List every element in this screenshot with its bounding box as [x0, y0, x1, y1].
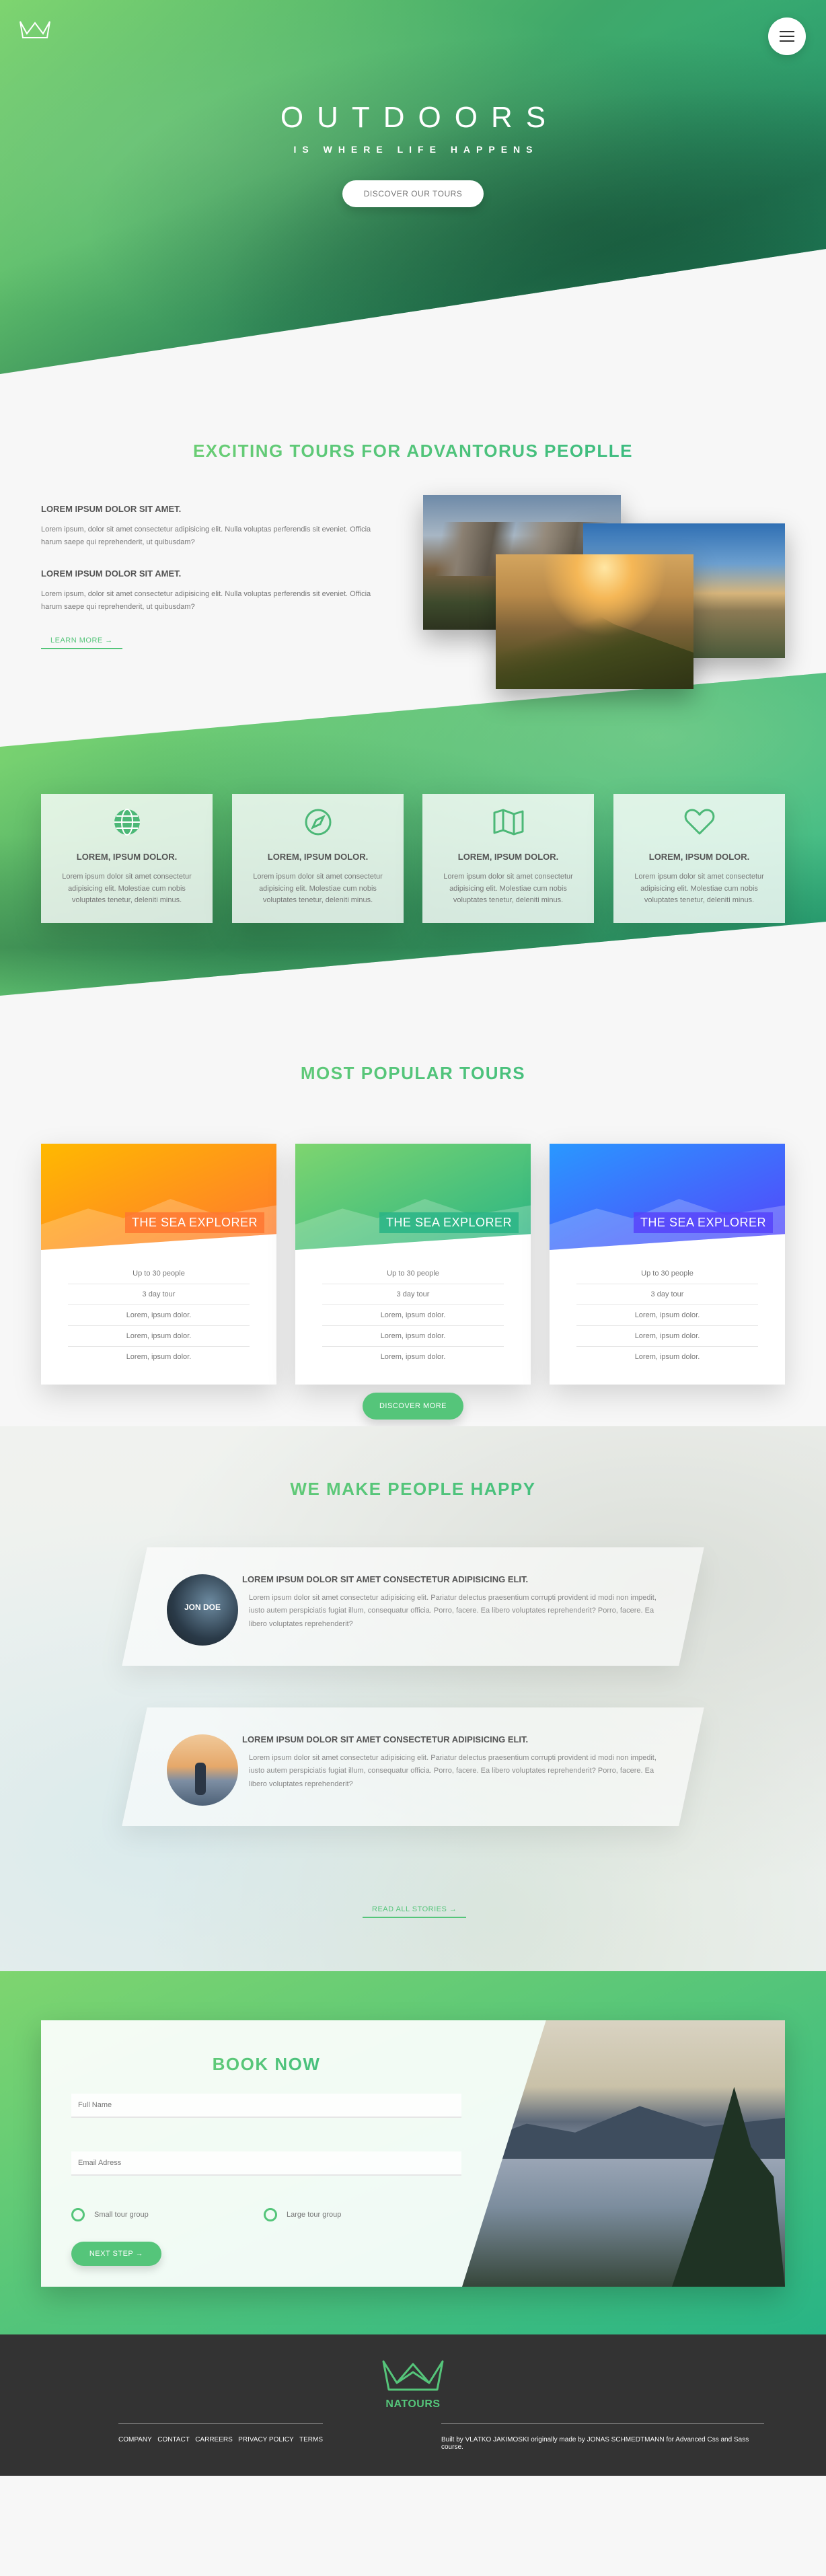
footer-nav: COMPANY CONTACT CARREERS PRIVACY POLICY … — [118, 2423, 323, 2443]
read-all-stories-link[interactable]: READ ALL STORIES → — [363, 1904, 467, 1918]
tour-detail: Lorem, ipsum dolor. — [68, 1326, 250, 1347]
radio-circle-icon — [71, 2208, 85, 2221]
tour-card-picture — [550, 1144, 785, 1250]
feature-box: LOREM, IPSUM DOLOR. Lorem ipsum dolor si… — [613, 794, 785, 923]
logo[interactable] — [19, 19, 51, 42]
tour-detail: 3 day tour — [576, 1284, 758, 1305]
about-heading: EXCITING TOURS FOR ADVANTORUS PEOPLLE — [0, 441, 826, 462]
booking-card: BOOK NOW Small tour group Large tour gro… — [41, 2020, 785, 2287]
avatar-caption: JON DOE — [184, 1603, 221, 1612]
tours-heading: MOST POPULAR TOURS — [0, 1063, 826, 1084]
brand-name: NATOURS — [385, 2398, 441, 2410]
learn-more-link[interactable]: LEARN MORE → — [41, 635, 122, 649]
about-block-title: LOREM IPSUM DOLOR SIT AMET. — [41, 568, 182, 579]
tour-detail: Up to 30 people — [576, 1263, 758, 1284]
tour-card[interactable]: THE SEA EXPLORER Up to 30 people 3 day t… — [41, 1144, 276, 1385]
tour-card[interactable]: THE SEA EXPLORER Up to 30 people 3 day t… — [550, 1144, 785, 1385]
booking-form: BOOK NOW Small tour group Large tour gro… — [71, 2020, 461, 2266]
footer-link-terms[interactable]: TERMS — [299, 2436, 323, 2443]
hero-header: OUTDOORS IS WHERE LIFE HAPPENS DISCOVER … — [0, 0, 826, 374]
radio-circle-icon — [264, 2208, 277, 2221]
story-title: LOREM IPSUM DOLOR SIT AMET CONSECTETUR A… — [242, 1574, 529, 1584]
avatar — [167, 1734, 238, 1806]
compass-icon — [305, 809, 331, 836]
next-step-button[interactable]: NEXT STEP → — [71, 2242, 161, 2266]
menu-button[interactable] — [768, 17, 806, 55]
globe-icon — [114, 809, 140, 836]
feature-text: Lorem ipsum dolor sit amet consectetur a… — [443, 873, 573, 905]
tour-detail: Lorem, ipsum dolor. — [68, 1305, 250, 1326]
discover-more-button[interactable]: DISCOVER MORE — [363, 1393, 463, 1420]
tour-detail: Lorem, ipsum dolor. — [634, 1353, 700, 1361]
tour-detail: Lorem, ipsum dolor. — [380, 1353, 446, 1361]
booking-heading: BOOK NOW — [71, 2054, 461, 2075]
tour-detail: Lorem, ipsum dolor. — [322, 1326, 504, 1347]
tour-card-title: THE SEA EXPLORER — [379, 1212, 519, 1233]
feature-title: LOREM, IPSUM DOLOR. — [648, 852, 750, 862]
tour-detail: Up to 30 people — [68, 1263, 250, 1284]
tour-card-title: THE SEA EXPLORER — [124, 1212, 264, 1233]
feature-text: Lorem ipsum dolor sit amet consectetur a… — [253, 873, 383, 905]
stories-section: WE MAKE PEOPLE HAPPY JON DOE LOREM IPSUM… — [0, 1426, 826, 1971]
radio-label: Large tour group — [287, 2211, 342, 2219]
hamburger-icon — [780, 31, 794, 42]
tour-card[interactable]: THE SEA EXPLORER Up to 30 people 3 day t… — [295, 1144, 531, 1385]
tour-detail: Lorem, ipsum dolor. — [322, 1305, 504, 1326]
feature-box: LOREM, IPSUM DOLOR. Lorem ipsum dolor si… — [232, 794, 404, 923]
email-input[interactable] — [71, 2151, 461, 2176]
small-group-radio[interactable]: Small tour group — [71, 2208, 264, 2221]
feature-text: Lorem ipsum dolor sit amet consectetur a… — [62, 873, 192, 905]
tour-detail: 3 day tour — [68, 1284, 250, 1305]
feature-box: LOREM, IPSUM DOLOR. Lorem ipsum dolor si… — [422, 794, 594, 923]
tour-detail: Lorem, ipsum dolor. — [126, 1353, 192, 1361]
story-text: Lorem ipsum dolor sit amet consectetur a… — [249, 1754, 656, 1788]
booking-section: BOOK NOW Small tour group Large tour gro… — [0, 1971, 826, 2334]
feature-text: Lorem ipsum dolor sit amet consectetur a… — [634, 873, 764, 905]
tour-detail: Lorem, ipsum dolor. — [576, 1305, 758, 1326]
radio-label: Small tour group — [94, 2211, 149, 2219]
tour-detail: Lorem, ipsum dolor. — [576, 1326, 758, 1347]
heart-icon — [684, 809, 714, 835]
full-name-input[interactable] — [71, 2094, 461, 2118]
hero-title: OUTDOORS — [280, 101, 560, 134]
tour-card-picture — [41, 1144, 276, 1250]
large-group-radio[interactable]: Large tour group — [264, 2208, 456, 2221]
tours-section: MOST POPULAR TOURS THE SEA EXPLORER Up t… — [0, 922, 826, 1426]
tour-card-title: THE SEA EXPLORER — [633, 1212, 773, 1233]
crown-logo-icon — [382, 2360, 444, 2391]
stories-heading: WE MAKE PEOPLE HAPPY — [0, 1479, 826, 1500]
discover-tours-button[interactable]: DISCOVER OUR TOURS — [342, 180, 484, 207]
footer-link-careers[interactable]: CARREERS — [195, 2436, 233, 2443]
about-block-text: Lorem ipsum, dolor sit amet consectetur … — [41, 590, 371, 612]
feature-title: LOREM, IPSUM DOLOR. — [457, 852, 559, 862]
tour-detail: Up to 30 people — [322, 1263, 504, 1284]
story-card: JON DOE LOREM IPSUM DOLOR SIT AMET CONSE… — [122, 1547, 704, 1666]
tour-card-picture — [295, 1144, 531, 1250]
tour-photo-3 — [496, 554, 693, 689]
feature-box: LOREM, IPSUM DOLOR. Lorem ipsum dolor si… — [41, 794, 213, 923]
about-block-title: LOREM IPSUM DOLOR SIT AMET. — [41, 504, 182, 514]
footer: NATOURS COMPANY CONTACT CARREERS PRIVACY… — [0, 2334, 826, 2476]
crown-logo-icon — [20, 21, 50, 38]
footer-link-company[interactable]: COMPANY — [118, 2436, 152, 2443]
story-card: LOREM IPSUM DOLOR SIT AMET CONSECTETUR A… — [122, 1707, 704, 1826]
feature-title: LOREM, IPSUM DOLOR. — [76, 852, 178, 862]
hero-subtitle: IS WHERE LIFE HAPPENS — [293, 144, 539, 155]
footer-link-privacy[interactable]: PRIVACY POLICY — [238, 2436, 293, 2443]
feature-title: LOREM, IPSUM DOLOR. — [267, 852, 369, 862]
footer-link-contact[interactable]: CONTACT — [157, 2436, 190, 2443]
about-block-text: Lorem ipsum, dolor sit amet consectetur … — [41, 525, 371, 546]
copyright-text: Built by VLATKO JAKIMOSKI originally mad… — [441, 2423, 764, 2451]
booking-photo — [462, 2020, 785, 2287]
map-icon — [493, 809, 523, 836]
avatar: JON DOE — [167, 1574, 238, 1646]
tour-detail: 3 day tour — [322, 1284, 504, 1305]
story-title: LOREM IPSUM DOLOR SIT AMET CONSECTETUR A… — [242, 1734, 529, 1744]
story-text: Lorem ipsum dolor sit amet consectetur a… — [249, 1594, 656, 1628]
